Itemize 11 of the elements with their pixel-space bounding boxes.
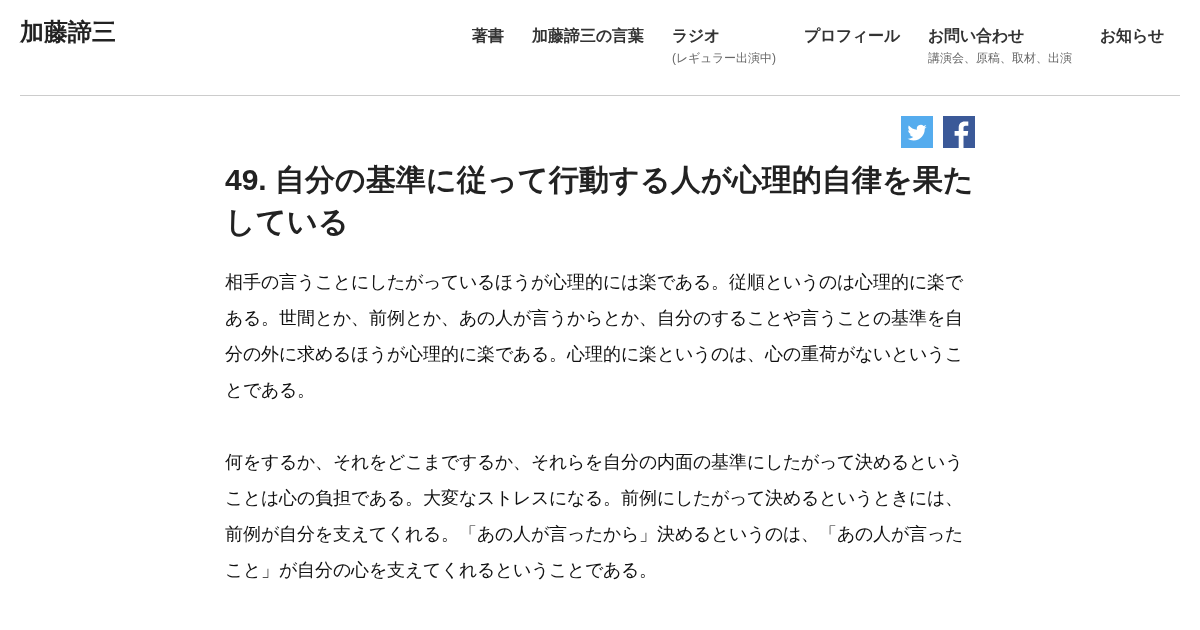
f-letter-icon[interactable] xyxy=(943,116,975,148)
nav-link[interactable]: ラジオ (レギュラー出演中) xyxy=(672,24,776,66)
nav-link[interactable]: お問い合わせ 講演会、原稿、取材、出演 xyxy=(928,24,1072,66)
nav-link[interactable]: プロフィール xyxy=(804,24,900,48)
article-paragraph: 何をするか、それをどこまでするか、それらを自分の内面の基準にしたがって決めるということは心の負担である。大変なストレスになる。前例にしたがって決めるというときには、前例が自分を支えてくれる。「あの人が言ったから」決めるというのは、「あの人が言ったこと」が自分の心を支えてくれるということである。 xyxy=(225,451,964,582)
site-title[interactable]: 加藤諦三 xyxy=(20,16,116,48)
article-title: 49. 自分の基準に従って行動する人が心理的自律を果たしている xyxy=(225,162,975,240)
nav-link[interactable]: 著書 xyxy=(472,24,504,48)
nav-link[interactable]: 加藤諦三の言葉 xyxy=(532,24,644,48)
nav-link[interactable]: お知らせ xyxy=(1100,24,1164,48)
article-paragraph: 相手の言うことにしたがっているほうが心理的には楽である。従順というのは心理的に楽である。世間とか、前例とか、あの人が言うからとか、自分のすることや言うことの基準を自分の外に求めるほうが心理的に楽である。心理的に楽というのは、心の重荷がないということである。 xyxy=(225,271,964,402)
